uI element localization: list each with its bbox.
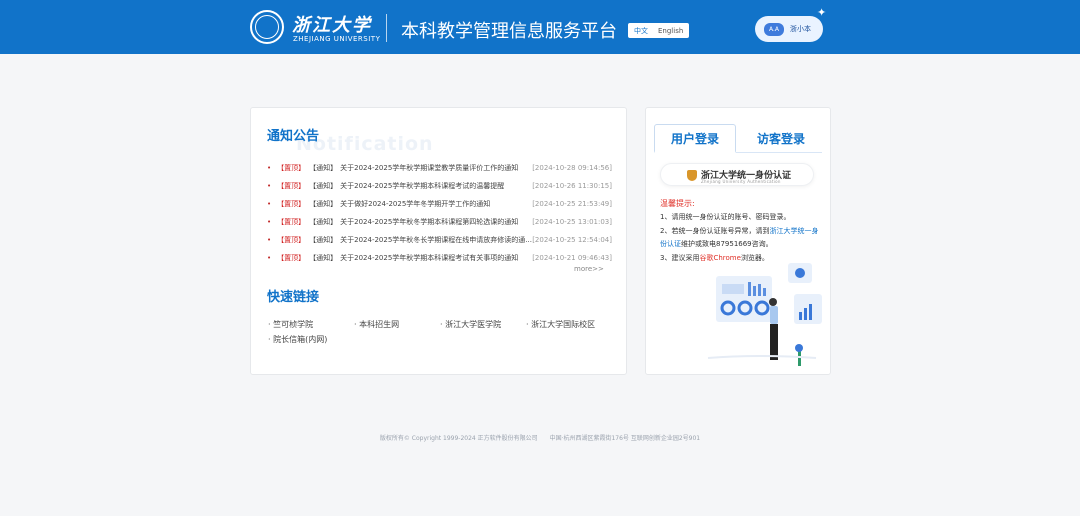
bullet-icon: •	[267, 182, 272, 190]
more-link[interactable]: more>>	[574, 265, 604, 273]
quick-links-title: 快速链接	[267, 290, 320, 305]
notice-link[interactable]: 关于2024-2025学年秋学期课堂教学质量评价工作的通知	[340, 163, 532, 173]
notice-link[interactable]: 关于2024-2025学年秋学期本科课程考试的温馨提醒	[340, 181, 532, 191]
notice-list: • 【置顶】 【通知】 关于2024-2025学年秋学期课堂教学质量评价工作的通知 [2…	[267, 159, 612, 267]
notice-date: [2024-10-25 12:54:04]	[532, 236, 612, 244]
quick-link[interactable]: · 院长信箱(内网)	[268, 334, 354, 349]
footer-address: 中国·杭州西湖区紫霞街176号 互联网创新企业园2号901	[549, 435, 701, 442]
notice-link[interactable]: 关于2024-2025学年秋冬学期本科课程第四轮选课的通知	[340, 217, 532, 227]
assistant-button[interactable]: A.A 浙小本	[755, 16, 823, 42]
header-divider	[386, 14, 387, 42]
language-switch: 中文 English	[628, 23, 690, 38]
bullet-icon: •	[267, 164, 272, 172]
tab-user-login[interactable]: 用户登录	[654, 124, 736, 153]
lang-english-button[interactable]: English	[658, 27, 683, 35]
quick-link[interactable]: · 本科招生网	[354, 319, 440, 334]
tip-2: 2、若统一身份认证账号异常，请到浙江大学统一身份认证维护或致电87951669咨…	[660, 226, 819, 249]
bullet-icon: •	[267, 200, 272, 208]
bullet-icon: •	[267, 218, 272, 226]
notice-item[interactable]: • 【置顶】 【通知】 关于2024-2025学年秋学期课堂教学质量评价工作的通知 [2…	[267, 159, 612, 177]
tab-guest-login[interactable]: 访客登录	[740, 124, 822, 153]
login-tips: 1、请用统一身份认证的账号、密码登录。 2、若统一身份认证账号异常，请到浙江大学…	[660, 211, 820, 265]
lang-chinese-button[interactable]: 中文	[634, 26, 648, 36]
university-name-en: ZHEJIANG UNIVERSITY	[293, 35, 381, 43]
sso-login-button[interactable]: 浙江大学统一身份认证 Zhejiang University Authentic…	[660, 163, 814, 186]
notice-link[interactable]: 关于2024-2025学年秋学期本科课程考试有关事项的通知	[340, 253, 532, 263]
notice-title: 通知公告	[267, 129, 320, 144]
quick-link[interactable]: · 浙江大学医学院	[440, 319, 526, 334]
footer: 版权所有© Copyright 1999-2024 正方软件股份有限公司 中国·…	[0, 433, 1080, 442]
top-header: 浙江大学 ZHEJIANG UNIVERSITY 本科教学管理信息服务平台 中文…	[0, 0, 1080, 54]
notice-item[interactable]: • 【置顶】 【通知】 关于2024-2025学年秋冬长学期课程在线申请放弃修读的通.…	[267, 231, 612, 249]
notice-date: [2024-10-28 09:14:56]	[532, 164, 612, 172]
notice-item[interactable]: • 【置顶】 【通知】 关于2024-2025学年秋冬学期本科课程第四轮选课的通知 [2…	[267, 213, 612, 231]
tip-1: 1、请用统一身份认证的账号、密码登录。	[660, 213, 791, 221]
login-panel: 用户登录 访客登录 浙江大学统一身份认证 Zhejiang University…	[645, 107, 831, 375]
notice-link[interactable]: 关于2024-2025学年秋冬长学期课程在线申请放弃修读的通...	[340, 235, 532, 245]
tips-title: 温馨提示:	[660, 199, 695, 208]
login-tabs: 用户登录 访客登录	[654, 124, 822, 153]
notice-date: [2024-10-25 13:01:03]	[532, 218, 612, 226]
notice-item[interactable]: • 【置顶】 【通知】 关于2024-2025学年秋学期本科课程考试的温馨提醒 [202…	[267, 177, 612, 195]
assistant-avatar-icon: A.A	[764, 22, 784, 36]
notice-date: [2024-10-21 09:46:43]	[532, 254, 612, 262]
bullet-icon: •	[267, 254, 272, 262]
shield-icon	[687, 170, 697, 181]
notice-date: [2024-10-25 21:53:49]	[532, 200, 612, 208]
platform-title: 本科教学管理信息服务平台	[401, 21, 617, 42]
notice-item[interactable]: • 【置顶】 【通知】 关于做好2024-2025学年冬学期开学工作的通知 [2024-…	[267, 195, 612, 213]
quick-link[interactable]: · 竺可桢学院	[268, 319, 354, 334]
notice-date: [2024-10-26 11:30:15]	[532, 182, 612, 190]
notice-panel: Notification 通知公告 • 【置顶】 【通知】 关于2024-2025学年…	[250, 107, 627, 375]
quick-links: · 竺可桢学院 · 本科招生网 · 浙江大学医学院 · 浙江大学国际校区 · 院…	[268, 319, 618, 349]
assistant-label: 浙小本	[790, 25, 811, 33]
bullet-icon: •	[267, 236, 272, 244]
notice-link[interactable]: 关于做好2024-2025学年冬学期开学工作的通知	[340, 199, 532, 209]
quick-link[interactable]: · 浙江大学国际校区	[526, 319, 612, 334]
university-logo-icon	[250, 10, 284, 44]
sparkle-icon: ✦	[817, 6, 827, 19]
sso-sublabel: Zhejiang University Authentication	[701, 179, 781, 184]
university-name-cn: 浙江大学	[292, 15, 372, 36]
notice-item[interactable]: • 【置顶】 【通知】 关于2024-2025学年秋学期本科课程考试有关事项的通知 [2…	[267, 249, 612, 267]
footer-copyright: 版权所有© Copyright 1999-2024 正方软件股份有限公司	[379, 435, 538, 442]
dashboard-illustration	[707, 263, 822, 366]
